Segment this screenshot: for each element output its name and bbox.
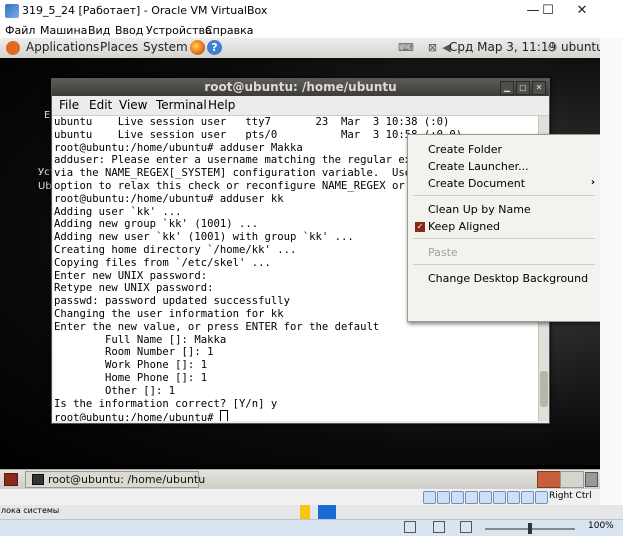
terminal-title: root@ubuntu: /home/ubuntu bbox=[204, 80, 397, 94]
menu-separator bbox=[413, 195, 595, 196]
help-icon[interactable]: ? bbox=[207, 40, 222, 55]
host-taskbar: лока системы 100% bbox=[0, 505, 623, 536]
vbox-frame-edge bbox=[600, 38, 623, 505]
ubuntu-logo-icon bbox=[6, 41, 20, 55]
menu-help[interactable]: Справка bbox=[205, 24, 253, 37]
trash-icon[interactable] bbox=[585, 472, 598, 487]
terminal-minimize-button[interactable]: ▁ bbox=[500, 81, 514, 95]
keyboard-capture-icon[interactable] bbox=[535, 491, 548, 504]
terminal-line: Adding new user `kk' (1001) with group `… bbox=[54, 231, 354, 244]
host-status-text: лока системы bbox=[1, 506, 60, 515]
submenu-arrow-icon: › bbox=[590, 177, 595, 188]
terminal-line: Adding user `kk' ... bbox=[54, 205, 182, 218]
menu-machine[interactable]: Машина bbox=[40, 24, 87, 37]
terminal-line: Creating home directory `/home/kk' ... bbox=[54, 243, 297, 256]
shared-folders-icon[interactable] bbox=[493, 491, 506, 504]
virtualbox-icon bbox=[5, 4, 19, 18]
terminal-line: passwd: password updated successfully bbox=[54, 295, 290, 308]
web-layout-icon[interactable] bbox=[460, 521, 472, 533]
terminal-menu-edit[interactable]: Edit bbox=[89, 98, 112, 112]
terminal-menu-view[interactable]: View bbox=[119, 98, 147, 112]
menu-item-change-background[interactable]: Change Desktop Background bbox=[408, 270, 600, 288]
clock[interactable]: Срд Мар 3, 11:19 bbox=[449, 40, 556, 54]
zoom-slider-thumb[interactable] bbox=[528, 523, 532, 534]
show-desktop-icon[interactable] bbox=[4, 473, 18, 486]
menu-devices[interactable]: Устройства bbox=[146, 24, 212, 37]
host-indicator bbox=[300, 505, 310, 519]
usb-icon[interactable] bbox=[479, 491, 492, 504]
terminal-line: Copying files from `/etc/skel' ... bbox=[54, 256, 271, 269]
workspace-1[interactable] bbox=[537, 471, 561, 488]
gnome-bottom-panel: root@ubuntu: /home/ubuntu bbox=[0, 469, 600, 488]
scrollbar-thumb[interactable] bbox=[540, 371, 548, 407]
terminal-menu-help[interactable]: Help bbox=[208, 98, 235, 112]
checkbox-checked-icon: ✓ bbox=[415, 222, 425, 232]
optical-drive-icon[interactable] bbox=[437, 491, 450, 504]
desktop-context-menu: Create Folder Create Launcher... Create … bbox=[407, 134, 600, 322]
power-icon[interactable]: ⏻ bbox=[546, 41, 559, 54]
menu-separator bbox=[413, 238, 595, 239]
terminal-cursor bbox=[219, 410, 228, 421]
network-adapter-icon[interactable] bbox=[465, 491, 478, 504]
menu-separator bbox=[413, 264, 595, 265]
menu-file[interactable]: Файл bbox=[5, 24, 35, 37]
host-indicator bbox=[318, 505, 336, 519]
terminal-line: root@ubuntu:/home/ubuntu# adduser Makka bbox=[54, 141, 303, 154]
terminal-line: Adding new group `kk' (1001) ... bbox=[54, 218, 259, 231]
host-key-label: Right Ctrl bbox=[549, 491, 592, 501]
terminal-prompt: root@ubuntu:/home/ubuntu# bbox=[54, 412, 220, 421]
network-icon[interactable]: ⊠ bbox=[426, 41, 439, 54]
print-layout-icon[interactable] bbox=[433, 521, 445, 533]
taskbar-terminal-button[interactable]: root@ubuntu: /home/ubuntu bbox=[25, 471, 205, 488]
terminal-line: ubuntu Live session user pts/0 Mar 3 10:… bbox=[54, 128, 462, 141]
maximize-button[interactable]: ☐ bbox=[533, 0, 563, 22]
user-menu[interactable]: ubuntu bbox=[561, 40, 600, 54]
zoom-level: 100% bbox=[588, 521, 614, 531]
mouse-integration-icon[interactable] bbox=[521, 491, 534, 504]
terminal-menu-file[interactable]: File bbox=[59, 98, 79, 112]
display-icon[interactable] bbox=[507, 491, 520, 504]
terminal-line: Changing the user information for kk bbox=[54, 307, 284, 320]
terminal-line: Is the information correct? [Y/n] y bbox=[54, 397, 278, 410]
read-mode-icon[interactable] bbox=[404, 521, 416, 533]
harddisk-icon[interactable] bbox=[423, 491, 436, 504]
terminal-icon bbox=[32, 474, 44, 485]
keyboard-icon[interactable]: ⌨ bbox=[398, 41, 414, 54]
menu-input[interactable]: Ввод bbox=[115, 24, 143, 37]
menu-view[interactable]: Вид bbox=[88, 24, 110, 37]
terminal-close-button[interactable]: ✕ bbox=[532, 81, 546, 95]
terminal-line: Work Phone []: 1 bbox=[105, 359, 208, 372]
system-menu[interactable]: System bbox=[143, 40, 188, 54]
terminal-line: root@ubuntu:/home/ubuntu# adduser kk bbox=[54, 192, 284, 205]
terminal-line: Room Number []: 1 bbox=[105, 346, 214, 359]
close-button[interactable]: ✕ bbox=[567, 0, 597, 22]
terminal-line: Full Name []: Makka bbox=[105, 333, 227, 346]
vbox-statusbar: Right Ctrl bbox=[0, 488, 600, 506]
desktop-label-fragment: Ub bbox=[38, 181, 52, 192]
terminal-line: ubuntu Live session user tty7 23 Mar 3 1… bbox=[54, 116, 450, 128]
guest-screen: Applications Places System ? ⌨ ⊠ ◀ Срд М… bbox=[0, 38, 600, 488]
menu-item-paste: Paste bbox=[428, 246, 458, 259]
floppy-icon[interactable] bbox=[451, 491, 464, 504]
window-title: 319_5_24 [Работает] - Oracle VM VirtualB… bbox=[22, 4, 268, 17]
applications-menu[interactable]: Applications bbox=[26, 40, 99, 54]
terminal-line: Enter the new value, or press ENTER for … bbox=[54, 320, 380, 333]
menu-item-keep-aligned[interactable]: ✓ Keep Aligned bbox=[408, 218, 600, 236]
terminal-line: Home Phone []: 1 bbox=[105, 371, 208, 384]
menu-item-create-document[interactable]: Create Document › bbox=[408, 175, 600, 193]
menu-item-clean-up[interactable]: Clean Up by Name bbox=[408, 201, 600, 219]
terminal-maximize-button[interactable]: ▢ bbox=[516, 81, 530, 95]
terminal-line: Retype new UNIX password: bbox=[54, 282, 214, 295]
desktop-label-fragment: E bbox=[44, 110, 51, 121]
firefox-icon[interactable] bbox=[190, 40, 205, 55]
terminal-menu-terminal[interactable]: Terminal bbox=[156, 98, 207, 112]
menu-item-create-folder[interactable]: Create Folder bbox=[408, 141, 600, 159]
menu-item-create-launcher[interactable]: Create Launcher... bbox=[408, 158, 600, 176]
terminal-line: Other []: 1 bbox=[105, 384, 176, 397]
workspace-2[interactable] bbox=[560, 471, 584, 488]
terminal-line: Enter new UNIX password: bbox=[54, 269, 208, 282]
places-menu[interactable]: Places bbox=[100, 40, 138, 54]
